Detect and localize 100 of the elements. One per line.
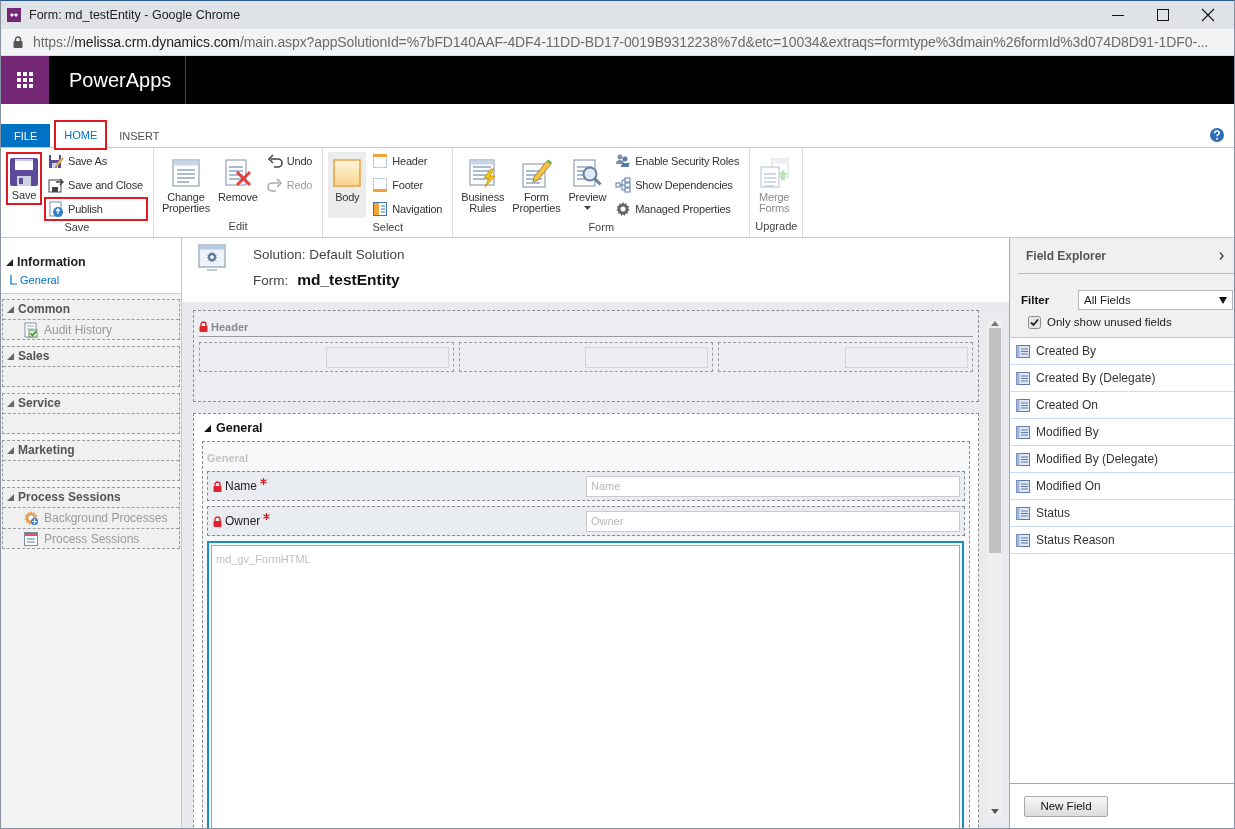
tree-branch-icon bbox=[10, 274, 17, 285]
ribbon-button[interactable]: Business Rules bbox=[458, 152, 508, 218]
ribbon-group-label: Select bbox=[371, 221, 405, 235]
ribbon-button[interactable]: Body bbox=[328, 152, 367, 218]
solution-name: Solution: Default Solution bbox=[253, 245, 405, 264]
panel-title: Field Explorer bbox=[1026, 248, 1107, 263]
ribbon-tab[interactable]: INSERT bbox=[111, 124, 168, 147]
ribbon-group-label: Edit bbox=[227, 220, 249, 234]
document-pencil-icon bbox=[520, 157, 553, 189]
field-list-item[interactable]: Modified On bbox=[1010, 473, 1234, 500]
window-title: Form: md_testEntity - Google Chrome bbox=[29, 8, 241, 22]
scrollbar[interactable] bbox=[988, 319, 1002, 817]
field-list-item[interactable]: Created By (Delegate) bbox=[1010, 365, 1234, 392]
nav-heading: Sales bbox=[18, 349, 50, 363]
checkbox-label: Only show unused fields bbox=[1047, 316, 1172, 328]
nav-heading: Marketing bbox=[18, 443, 75, 457]
ribbon-button[interactable]: Save bbox=[6, 152, 42, 205]
field-list-item[interactable]: Modified By (Delegate) bbox=[1010, 446, 1234, 473]
ribbon-group-label: Save bbox=[63, 221, 91, 235]
ribbon-button[interactable]: Managed Properties bbox=[611, 197, 745, 221]
triangle-icon[interactable] bbox=[6, 258, 13, 266]
square-icon bbox=[331, 157, 364, 189]
ribbon-tab[interactable]: FILE bbox=[1, 124, 51, 147]
ribbon-button[interactable]: Show Dependencies bbox=[611, 173, 745, 197]
field-row[interactable]: Owner Owner bbox=[207, 506, 965, 536]
magnifier-document-icon bbox=[571, 157, 604, 189]
header-field[interactable] bbox=[585, 346, 709, 368]
field-list-item[interactable]: Modified By bbox=[1010, 419, 1234, 446]
header-field[interactable] bbox=[325, 346, 449, 368]
field-list-item[interactable]: Created On bbox=[1010, 392, 1234, 419]
list-document-icon bbox=[1016, 425, 1030, 439]
input-field[interactable]: Owner bbox=[586, 510, 960, 532]
lightning-document-icon bbox=[466, 157, 499, 189]
form-name: md_testEntity bbox=[297, 271, 400, 289]
layout-side-icon bbox=[372, 201, 389, 217]
layout-bottom-icon bbox=[372, 177, 389, 193]
list-document-icon bbox=[1016, 344, 1030, 358]
new-field-button[interactable]: New Field bbox=[1024, 795, 1108, 817]
maximize-icon[interactable] bbox=[1156, 8, 1170, 22]
users-icon bbox=[615, 153, 632, 169]
ribbon-button[interactable]: Preview bbox=[565, 152, 610, 218]
caret-down-icon bbox=[583, 205, 591, 210]
grid-icon bbox=[17, 72, 33, 88]
field-label: Name bbox=[225, 479, 257, 493]
form-label: Form: bbox=[253, 272, 289, 288]
web-resource-label: md_gv_FormHTML bbox=[216, 553, 311, 565]
document-list-icon bbox=[169, 157, 202, 189]
list-document-icon bbox=[1016, 452, 1030, 466]
ribbon-button[interactable]: Publish bbox=[44, 197, 148, 221]
ribbon-button[interactable]: Save As bbox=[44, 149, 148, 173]
close-icon[interactable] bbox=[1201, 8, 1215, 22]
gear-plus-icon bbox=[23, 509, 39, 526]
list-document-icon bbox=[1016, 479, 1030, 493]
scroll-down-icon[interactable] bbox=[991, 809, 999, 814]
ribbon-button[interactable]: Footer bbox=[368, 173, 448, 197]
field-label: Owner bbox=[225, 514, 261, 528]
checkbox[interactable] bbox=[1028, 315, 1041, 329]
field-list-item[interactable]: Status Reason bbox=[1010, 527, 1234, 554]
ribbon-button[interactable]: Change Properties bbox=[158, 152, 213, 218]
ribbon-button[interactable]: Remove bbox=[215, 152, 261, 218]
nav-heading: Information bbox=[17, 255, 86, 269]
scroll-up-icon[interactable] bbox=[991, 321, 999, 326]
ribbon-group-label: Form bbox=[587, 221, 616, 235]
help-icon[interactable] bbox=[1210, 128, 1224, 142]
ribbon-button[interactable]: Header bbox=[368, 149, 448, 173]
document-upload-icon bbox=[48, 201, 64, 217]
nav-heading: Common bbox=[18, 302, 70, 316]
app-launcher[interactable] bbox=[1, 56, 49, 104]
documents-icon bbox=[758, 157, 791, 189]
ribbon-tab[interactable]: HOME bbox=[54, 120, 108, 150]
list-document-icon bbox=[1016, 398, 1030, 412]
hierarchy-icon bbox=[615, 177, 632, 193]
field-list-item[interactable]: Created By bbox=[1010, 338, 1234, 365]
floppy-pencil-icon bbox=[48, 153, 64, 169]
field-list-item[interactable]: Status bbox=[1010, 500, 1234, 527]
app-icon bbox=[7, 8, 21, 22]
triangle-icon[interactable] bbox=[204, 424, 211, 432]
chevron-right-icon[interactable] bbox=[1219, 251, 1224, 260]
input-field[interactable]: Name bbox=[586, 475, 960, 497]
document-check-icon bbox=[23, 321, 39, 338]
filter-dropdown[interactable]: All Fields bbox=[1078, 290, 1233, 310]
ribbon-button[interactable]: Navigation bbox=[368, 197, 448, 221]
nav-item[interactable]: General bbox=[6, 271, 181, 288]
layout-top-icon bbox=[372, 153, 389, 169]
window-gear-icon bbox=[197, 243, 227, 273]
nav-heading: Process Sessions bbox=[18, 490, 121, 504]
field-row[interactable]: Name Name bbox=[207, 471, 965, 501]
tab-title: General bbox=[216, 421, 263, 435]
ribbon-button[interactable]: Undo bbox=[262, 149, 318, 173]
ribbon-button[interactable]: Enable Security Roles bbox=[611, 149, 745, 173]
ribbon-button[interactable]: Form Properties bbox=[509, 152, 564, 218]
list-document-icon bbox=[1016, 506, 1030, 520]
gear-icon bbox=[615, 201, 632, 217]
nav-heading: Service bbox=[18, 396, 61, 410]
header-field[interactable] bbox=[845, 346, 968, 368]
list-document-icon bbox=[1016, 533, 1030, 547]
app-title: PowerApps bbox=[49, 56, 186, 104]
list-document-icon bbox=[1016, 371, 1030, 385]
padlock-icon bbox=[13, 36, 23, 48]
ribbon-button[interactable]: Save and Close bbox=[44, 173, 148, 197]
